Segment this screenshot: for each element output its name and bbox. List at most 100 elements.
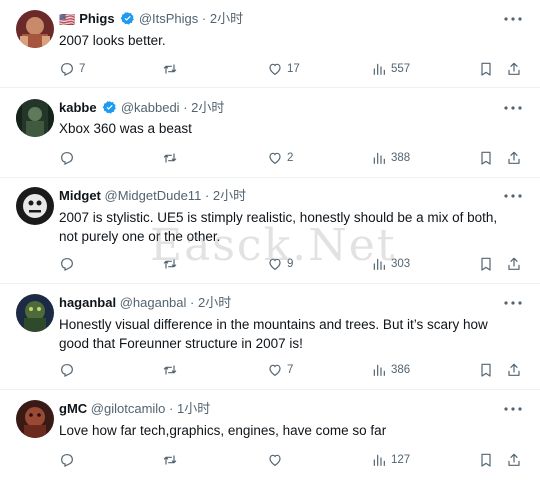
retweet-button[interactable] [162,148,182,168]
like-icon [269,258,281,271]
avatar[interactable] [16,99,54,137]
reply-button[interactable] [59,450,79,470]
reply-button[interactable] [59,148,79,168]
display-name[interactable]: Phigs [79,11,114,26]
reply-icon [61,152,73,165]
reply-icon [61,63,73,76]
bookmark-button[interactable] [478,360,494,380]
reply-button[interactable] [59,360,79,380]
views-icon [373,152,385,164]
retweet-button[interactable] [162,59,182,79]
tweet-header: gMC @gilotcamilo · 1小时 [59,400,210,418]
tweet-text: Xbox 360 was a beast [59,121,192,136]
views-icon [373,63,385,75]
more-icon[interactable] [502,101,524,115]
tweet-actions: 127 [59,450,529,470]
views-button[interactable]: 557 [371,59,410,79]
more-icon[interactable] [502,402,524,416]
views-button[interactable]: 127 [371,450,410,470]
tweet-text: Honestly visual difference in the mounta… [59,317,488,351]
like-button[interactable]: 7 [267,360,293,380]
avatar[interactable] [16,294,54,332]
like-button[interactable]: 2 [267,148,293,168]
views-icon [373,258,385,270]
timestamp[interactable]: 2小时 [198,295,231,310]
views-button[interactable]: 388 [371,148,410,168]
retweet-button[interactable] [162,254,182,274]
more-icon[interactable] [502,189,524,203]
tweet-text: 2007 looks better. [59,33,166,48]
tweet-text: Love how far tech,graphics, engines, hav… [59,423,387,438]
share-button[interactable] [506,360,522,380]
tweet-actions: 7 17 557 [59,59,529,79]
user-handle[interactable]: @kabbedi [121,100,180,115]
user-handle[interactable]: @ItsPhigs [139,11,198,26]
tweet-header: haganbal @haganbal · 2小时 [59,294,231,312]
tweet-actions: 2 388 [59,148,529,168]
like-button[interactable]: 9 [267,254,293,274]
display-name[interactable]: Midget [59,188,101,203]
retweet-button[interactable] [162,450,182,470]
like-icon [269,454,281,467]
display-name[interactable]: kabbe [59,100,97,115]
share-icon [508,257,520,270]
retweet-button[interactable] [162,360,182,380]
retweet-icon [163,455,177,465]
avatar[interactable] [16,187,54,225]
bookmark-button[interactable] [478,450,494,470]
reply-count: 7 [79,63,86,75]
retweet-icon [163,259,177,269]
bookmark-button[interactable] [478,148,494,168]
separator-dot: · [183,100,188,115]
reply-button[interactable] [59,254,79,274]
views-icon [373,364,385,376]
timestamp[interactable]: 1小时 [177,401,210,416]
like-count: 17 [287,63,300,75]
avatar[interactable] [16,10,54,48]
tweet-header: Midget @MidgetDude11 · 2小时 [59,187,246,205]
timestamp[interactable]: 2小时 [191,100,224,115]
bookmark-icon [481,257,491,271]
views-count: 303 [391,258,411,270]
display-name[interactable]: gMC [59,401,87,416]
reply-tweet-phigs[interactable]: 🇺🇸 Phigs @ItsPhigs · 2小时 2007 looks bette… [0,0,540,88]
avatar[interactable] [16,400,54,438]
user-handle[interactable]: @haganbal [120,295,187,310]
views-button[interactable]: 386 [371,360,410,380]
views-button[interactable]: 303 [371,254,410,274]
more-icon[interactable] [502,296,524,310]
reply-tweet-haganbal[interactable]: haganbal @haganbal · 2小时 Honestly visual… [0,284,540,390]
reply-tweet-midget[interactable]: Midget @MidgetDude11 · 2小时 2007 is styli… [0,178,540,284]
like-button[interactable] [267,450,287,470]
display-name[interactable]: haganbal [59,295,116,310]
tweet-header: 🇺🇸 Phigs @ItsPhigs · 2小时 [59,10,243,29]
bookmark-button[interactable] [478,59,494,79]
timestamp[interactable]: 2小时 [213,188,246,203]
verified-badge-icon [102,100,117,114]
share-button[interactable] [506,450,522,470]
share-button[interactable] [506,148,522,168]
user-handle[interactable]: @gilotcamilo [91,401,166,416]
share-button[interactable] [506,254,522,274]
timestamp[interactable]: 2小时 [210,11,243,26]
reply-icon [61,364,73,377]
separator-dot: · [201,11,207,26]
like-button[interactable]: 17 [267,59,300,79]
reply-tweet-gmc[interactable]: gMC @gilotcamilo · 1小时 Love how far tech… [0,390,540,484]
views-count: 127 [391,454,411,466]
share-icon [508,151,520,164]
more-icon[interactable] [502,12,524,26]
tweet-actions: 9 303 [59,254,529,274]
views-count: 388 [391,152,411,164]
share-button[interactable] [506,59,522,79]
verified-badge-icon [120,11,135,25]
share-icon [508,363,520,376]
retweet-icon [163,153,177,163]
separator-dot: · [204,188,210,203]
bookmark-button[interactable] [478,254,494,274]
bookmark-icon [481,363,491,377]
reply-button[interactable]: 7 [59,59,85,79]
bookmark-icon [481,62,491,76]
reply-tweet-kabbe[interactable]: kabbe @kabbedi · 2小时 Xbox 360 was a beas… [0,88,540,178]
user-handle[interactable]: @MidgetDude11 [105,188,202,203]
